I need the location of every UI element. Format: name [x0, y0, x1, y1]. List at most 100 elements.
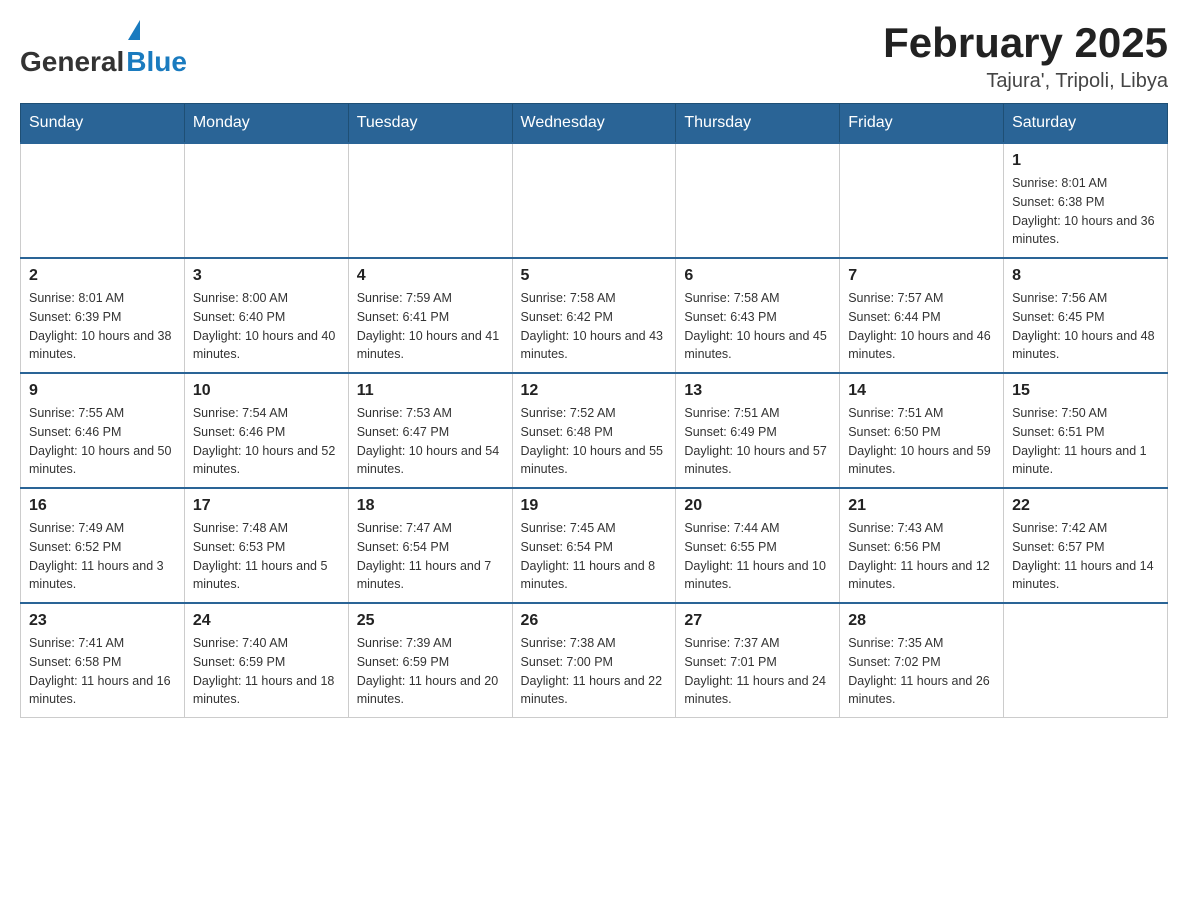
day-info: Sunrise: 7:58 AMSunset: 6:43 PMDaylight:… — [684, 289, 831, 364]
day-number: 3 — [193, 267, 340, 285]
week-row-2: 2Sunrise: 8:01 AMSunset: 6:39 PMDaylight… — [21, 258, 1168, 373]
calendar-cell — [348, 143, 512, 258]
day-number: 20 — [684, 497, 831, 515]
page-header: General Blue February 2025 Tajura', Trip… — [20, 20, 1168, 93]
day-number: 19 — [521, 497, 668, 515]
weekday-header-monday: Monday — [184, 104, 348, 144]
calendar-cell: 3 Sunrise: 8:00 AMSunset: 6:40 PMDaylight… — [184, 258, 348, 373]
day-number: 9 — [29, 382, 176, 400]
day-number: 24 — [193, 612, 340, 630]
day-number: 13 — [684, 382, 831, 400]
day-info: Sunrise: 7:56 AMSunset: 6:45 PMDaylight:… — [1012, 289, 1159, 364]
day-info: Sunrise: 7:47 AMSunset: 6:54 PMDaylight:… — [357, 519, 504, 594]
day-number: 12 — [521, 382, 668, 400]
calendar-cell: 20 Sunrise: 7:44 AMSunset: 6:55 PMDayligh… — [676, 488, 840, 603]
calendar-cell: 4 Sunrise: 7:59 AMSunset: 6:41 PMDaylight… — [348, 258, 512, 373]
week-row-5: 23 Sunrise: 7:41 AMSunset: 6:58 PMDayligh… — [21, 603, 1168, 718]
calendar-cell: 16 Sunrise: 7:49 AMSunset: 6:52 PMDayligh… — [21, 488, 185, 603]
calendar-cell: 26 Sunrise: 7:38 AMSunset: 7:00 PMDayligh… — [512, 603, 676, 718]
calendar-cell — [512, 143, 676, 258]
calendar-cell: 28 Sunrise: 7:35 AMSunset: 7:02 PMDayligh… — [840, 603, 1004, 718]
day-info: Sunrise: 7:55 AMSunset: 6:46 PMDaylight:… — [29, 404, 176, 479]
weekday-header-tuesday: Tuesday — [348, 104, 512, 144]
day-info: Sunrise: 7:58 AMSunset: 6:42 PMDaylight:… — [521, 289, 668, 364]
calendar-cell — [21, 143, 185, 258]
day-info: Sunrise: 7:38 AMSunset: 7:00 PMDaylight:… — [521, 634, 668, 709]
weekday-header-sunday: Sunday — [21, 104, 185, 144]
day-number: 5 — [521, 267, 668, 285]
week-row-3: 9 Sunrise: 7:55 AMSunset: 6:46 PMDaylight… — [21, 373, 1168, 488]
day-info: Sunrise: 7:51 AMSunset: 6:49 PMDaylight:… — [684, 404, 831, 479]
day-info: Sunrise: 7:54 AMSunset: 6:46 PMDaylight:… — [193, 404, 340, 479]
day-number: 23 — [29, 612, 176, 630]
day-number: 6 — [684, 267, 831, 285]
day-info: Sunrise: 7:39 AMSunset: 6:59 PMDaylight:… — [357, 634, 504, 709]
day-info: Sunrise: 7:42 AMSunset: 6:57 PMDaylight:… — [1012, 519, 1159, 594]
calendar-cell: 14Sunrise: 7:51 AMSunset: 6:50 PMDayligh… — [840, 373, 1004, 488]
day-info: Sunrise: 7:49 AMSunset: 6:52 PMDaylight:… — [29, 519, 176, 594]
title-block: February 2025 Tajura', Tripoli, Libya — [883, 20, 1168, 93]
calendar-cell: 23 Sunrise: 7:41 AMSunset: 6:58 PMDayligh… — [21, 603, 185, 718]
day-info: Sunrise: 7:52 AMSunset: 6:48 PMDaylight:… — [521, 404, 668, 479]
calendar-cell: 2Sunrise: 8:01 AMSunset: 6:39 PMDaylight… — [21, 258, 185, 373]
location-subtitle: Tajura', Tripoli, Libya — [883, 70, 1168, 93]
logo: General Blue — [20, 20, 187, 78]
day-number: 26 — [521, 612, 668, 630]
day-number: 25 — [357, 612, 504, 630]
day-info: Sunrise: 7:37 AMSunset: 7:01 PMDaylight:… — [684, 634, 831, 709]
day-info: Sunrise: 8:00 AMSunset: 6:40 PMDaylight:… — [193, 289, 340, 364]
calendar-cell: 5 Sunrise: 7:58 AMSunset: 6:42 PMDaylight… — [512, 258, 676, 373]
calendar-cell — [184, 143, 348, 258]
calendar-cell — [840, 143, 1004, 258]
day-info: Sunrise: 7:35 AMSunset: 7:02 PMDaylight:… — [848, 634, 995, 709]
calendar-cell: 15 Sunrise: 7:50 AMSunset: 6:51 PMDayligh… — [1004, 373, 1168, 488]
day-info: Sunrise: 7:57 AMSunset: 6:44 PMDaylight:… — [848, 289, 995, 364]
day-number: 10 — [193, 382, 340, 400]
day-number: 28 — [848, 612, 995, 630]
weekday-header-saturday: Saturday — [1004, 104, 1168, 144]
weekday-header-row: SundayMondayTuesdayWednesdayThursdayFrid… — [21, 104, 1168, 144]
day-info: Sunrise: 7:43 AMSunset: 6:56 PMDaylight:… — [848, 519, 995, 594]
logo-blue-text: Blue — [126, 46, 187, 78]
day-number: 16 — [29, 497, 176, 515]
day-number: 17 — [193, 497, 340, 515]
calendar-cell: 12 Sunrise: 7:52 AMSunset: 6:48 PMDayligh… — [512, 373, 676, 488]
calendar-cell: 27Sunrise: 7:37 AMSunset: 7:01 PMDayligh… — [676, 603, 840, 718]
day-number: 8 — [1012, 267, 1159, 285]
calendar-cell: 18 Sunrise: 7:47 AMSunset: 6:54 PMDayligh… — [348, 488, 512, 603]
day-info: Sunrise: 7:44 AMSunset: 6:55 PMDaylight:… — [684, 519, 831, 594]
logo-general-text: General — [20, 46, 124, 78]
day-number: 4 — [357, 267, 504, 285]
day-number: 18 — [357, 497, 504, 515]
calendar-cell: 8 Sunrise: 7:56 AMSunset: 6:45 PMDaylight… — [1004, 258, 1168, 373]
day-info: Sunrise: 7:51 AMSunset: 6:50 PMDaylight:… — [848, 404, 995, 479]
calendar-cell — [676, 143, 840, 258]
calendar-cell: 22Sunrise: 7:42 AMSunset: 6:57 PMDayligh… — [1004, 488, 1168, 603]
weekday-header-thursday: Thursday — [676, 104, 840, 144]
day-info: Sunrise: 8:01 AMSunset: 6:39 PMDaylight:… — [29, 289, 176, 364]
day-number: 21 — [848, 497, 995, 515]
calendar-cell: 11 Sunrise: 7:53 AMSunset: 6:47 PMDayligh… — [348, 373, 512, 488]
month-year-title: February 2025 — [883, 20, 1168, 66]
calendar-cell: 13 Sunrise: 7:51 AMSunset: 6:49 PMDayligh… — [676, 373, 840, 488]
day-info: Sunrise: 7:50 AMSunset: 6:51 PMDaylight:… — [1012, 404, 1159, 479]
day-number: 15 — [1012, 382, 1159, 400]
day-info: Sunrise: 7:40 AMSunset: 6:59 PMDaylight:… — [193, 634, 340, 709]
calendar-cell: 10 Sunrise: 7:54 AMSunset: 6:46 PMDayligh… — [184, 373, 348, 488]
day-info: Sunrise: 7:53 AMSunset: 6:47 PMDaylight:… — [357, 404, 504, 479]
day-number: 11 — [357, 382, 504, 400]
logo-triangle-icon — [128, 20, 140, 40]
day-number: 7 — [848, 267, 995, 285]
day-number: 1 — [1012, 152, 1159, 170]
calendar-cell: 7 Sunrise: 7:57 AMSunset: 6:44 PMDaylight… — [840, 258, 1004, 373]
calendar-cell: 6 Sunrise: 7:58 AMSunset: 6:43 PMDaylight… — [676, 258, 840, 373]
day-info: Sunrise: 7:41 AMSunset: 6:58 PMDaylight:… — [29, 634, 176, 709]
calendar-cell: 25 Sunrise: 7:39 AMSunset: 6:59 PMDayligh… — [348, 603, 512, 718]
calendar-cell: 9 Sunrise: 7:55 AMSunset: 6:46 PMDaylight… — [21, 373, 185, 488]
day-info: Sunrise: 7:59 AMSunset: 6:41 PMDaylight:… — [357, 289, 504, 364]
calendar-cell: 17Sunrise: 7:48 AMSunset: 6:53 PMDayligh… — [184, 488, 348, 603]
calendar-cell — [1004, 603, 1168, 718]
calendar-cell: 19Sunrise: 7:45 AMSunset: 6:54 PMDayligh… — [512, 488, 676, 603]
week-row-4: 16 Sunrise: 7:49 AMSunset: 6:52 PMDayligh… — [21, 488, 1168, 603]
calendar-cell: 1Sunrise: 8:01 AMSunset: 6:38 PMDaylight… — [1004, 143, 1168, 258]
